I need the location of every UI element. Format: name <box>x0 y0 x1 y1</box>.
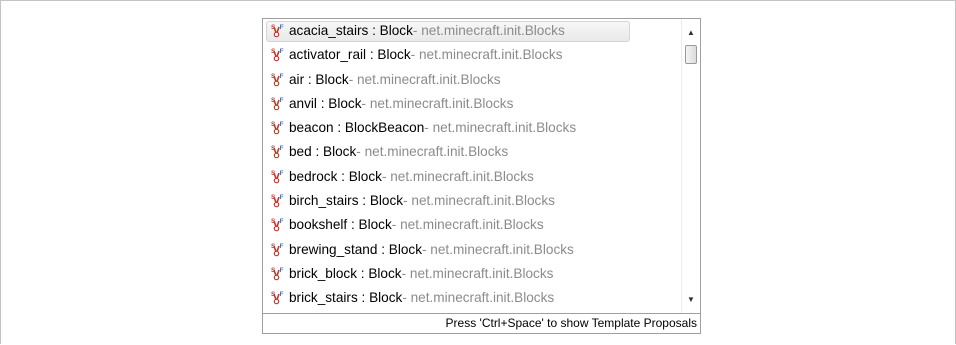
svg-text:F: F <box>280 291 284 298</box>
proposal-qualifier: - net.minecraft.init.Blocks <box>381 168 534 184</box>
static-final-field-icon: FS <box>271 72 285 88</box>
svg-text:S: S <box>271 24 276 31</box>
svg-text:S: S <box>271 145 276 152</box>
scroll-up-arrow-icon[interactable]: ▲ <box>682 24 700 41</box>
svg-text:S: S <box>271 291 276 298</box>
proposal-qualifier: - net.minecraft.init.Blocks <box>361 95 514 111</box>
svg-text:S: S <box>271 97 276 104</box>
svg-text:S: S <box>271 267 276 274</box>
svg-text:F: F <box>280 121 284 128</box>
proposal-item[interactable]: F Sbookshelf : Block - net.minecraft.init… <box>263 213 681 237</box>
svg-text:S: S <box>271 170 276 177</box>
svg-text:F: F <box>280 243 284 250</box>
proposal-name: brick_stairs : Block <box>289 290 403 306</box>
svg-text:S: S <box>271 218 276 225</box>
proposal-name: bed : Block <box>289 144 357 160</box>
static-final-field-icon: FS <box>271 290 285 306</box>
svg-text:F: F <box>280 97 284 104</box>
static-final-field-icon: FS <box>271 47 285 63</box>
proposal-qualifier: - net.minecraft.init.Blocks <box>424 120 577 136</box>
svg-text:F: F <box>280 24 284 31</box>
proposal-item[interactable]: F Sbrewing_stand : Block - net.minecraft.… <box>263 238 681 262</box>
proposal-name: anvil : Block <box>289 95 362 111</box>
static-final-field-icon: FS <box>271 217 285 233</box>
proposal-item[interactable]: F Sbrick_block : Block - net.minecraft.in… <box>263 262 681 286</box>
svg-text:F: F <box>280 218 284 225</box>
svg-text:F: F <box>280 194 284 201</box>
svg-text:F: F <box>280 48 284 55</box>
proposal-item[interactable]: F Sactivator_rail : Block - net.minecraft… <box>263 43 681 67</box>
svg-text:F: F <box>280 170 284 177</box>
proposal-item[interactable]: F Sbeacon : BlockBeacon - net.minecraft.i… <box>263 116 681 140</box>
svg-text:F: F <box>280 267 284 274</box>
static-final-field-icon: FS <box>271 193 285 209</box>
proposal-qualifier: - net.minecraft.init.Blocks <box>410 47 563 63</box>
proposal-qualifier: - net.minecraft.init.Blocks <box>356 144 509 160</box>
static-final-field-icon: FS <box>271 120 285 136</box>
proposal-list[interactable]: F Sacacia_stairs : Block - net.minecraft.… <box>263 19 681 313</box>
proposal-item[interactable]: F Sbrick_stairs : Block - net.minecraft.i… <box>263 286 681 310</box>
proposal-name: brewing_stand : Block <box>289 241 422 257</box>
svg-text:F: F <box>280 73 284 80</box>
proposal-name: brick_block : Block <box>289 265 402 281</box>
proposal-qualifier: - net.minecraft.init.Blocks <box>391 217 544 233</box>
static-final-field-icon: FS <box>271 169 285 185</box>
scroll-down-arrow-icon[interactable]: ▼ <box>682 291 700 308</box>
proposal-qualifier: - net.minecraft.init.Blocks <box>348 71 501 87</box>
proposal-qualifier: - net.minecraft.init.Blocks <box>401 265 554 281</box>
proposal-name: air : Block <box>289 71 349 87</box>
proposal-name: activator_rail : Block <box>289 47 411 63</box>
proposal-name: beacon : BlockBeacon <box>289 120 425 136</box>
svg-text:S: S <box>271 48 276 55</box>
scroll-thumb[interactable] <box>685 45 697 64</box>
static-final-field-icon: FS <box>271 266 285 282</box>
svg-text:S: S <box>271 194 276 201</box>
proposal-qualifier: - net.minecraft.init.Blocks <box>422 241 574 257</box>
proposal-name: bedrock : Block <box>289 168 382 184</box>
content-assist-popup: F Sacacia_stairs : Block - net.minecraft.… <box>262 18 701 334</box>
proposal-item[interactable]: F Sacacia_stairs : Block - net.minecraft.… <box>263 19 681 43</box>
svg-text:S: S <box>271 243 276 250</box>
proposal-qualifier: - net.minecraft.init.Blocks <box>402 290 555 306</box>
proposal-item[interactable]: F Sbedrock : Block - net.minecraft.init.B… <box>263 165 681 189</box>
static-final-field-icon: FS <box>271 23 285 39</box>
proposal-name: acacia_stairs : Block <box>289 23 413 38</box>
proposal-item[interactable]: F Sbed : Block - net.minecraft.init.Block… <box>263 140 681 164</box>
vertical-scrollbar[interactable]: ▲ ▼ <box>681 19 700 313</box>
proposal-qualifier: - net.minecraft.init.Blocks <box>403 193 555 209</box>
template-proposals-hint[interactable]: Press 'Ctrl+Space' to show Template Prop… <box>263 313 700 333</box>
static-final-field-icon: FS <box>271 242 285 258</box>
proposal-item[interactable]: F Sair : Block - net.minecraft.init.Block… <box>263 68 681 92</box>
svg-text:S: S <box>271 121 276 128</box>
static-final-field-icon: FS <box>271 96 285 112</box>
proposal-item[interactable]: F Sbirch_stairs : Block - net.minecraft.i… <box>263 189 681 213</box>
proposal-qualifier: - net.minecraft.init.Blocks <box>412 23 565 38</box>
proposal-name: bookshelf : Block <box>289 217 392 233</box>
svg-text:S: S <box>271 73 276 80</box>
svg-text:F: F <box>280 145 284 152</box>
proposal-item[interactable]: F Sanvil : Block - net.minecraft.init.Blo… <box>263 92 681 116</box>
proposal-name: birch_stairs : Block <box>289 193 404 209</box>
static-final-field-icon: FS <box>271 144 285 160</box>
